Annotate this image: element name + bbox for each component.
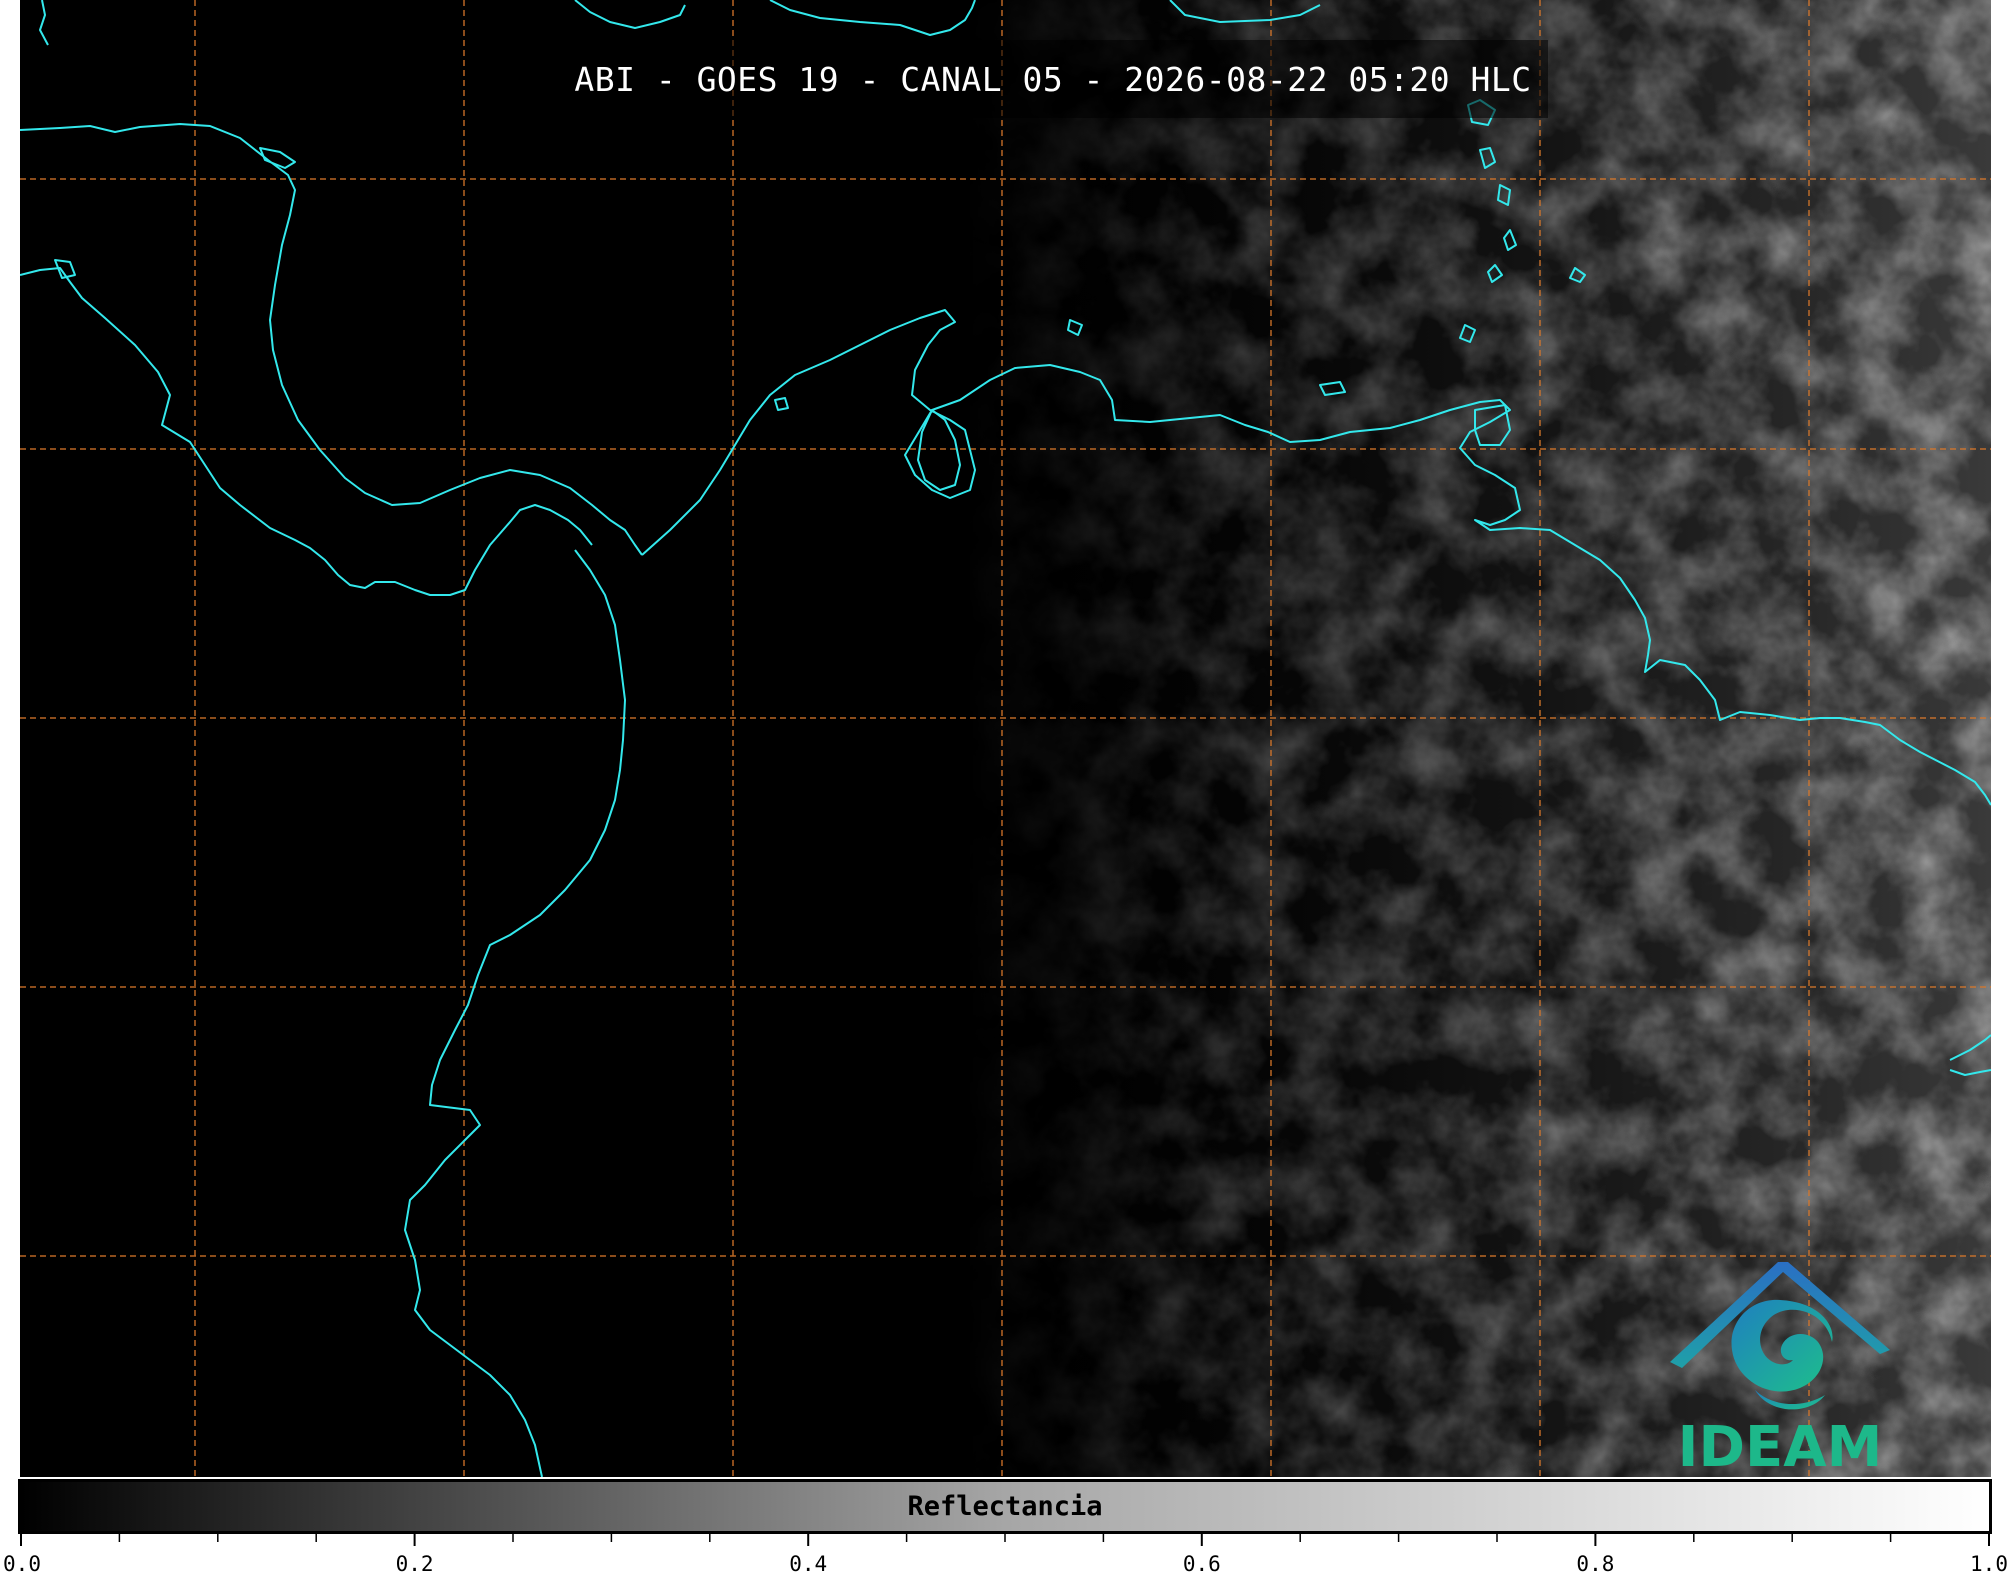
- tick-label: 0.0: [3, 1552, 41, 1576]
- tick-marks: [20, 1534, 1990, 1546]
- tick-label: 0.8: [1576, 1552, 1615, 1576]
- title-banner: ABI - GOES 19 - CANAL 05 - 2026-08-22 05…: [558, 40, 1548, 118]
- colorbar-label: Reflectancia: [907, 1491, 1103, 1522]
- satellite-map[interactable]: ABI - GOES 19 - CANAL 05 - 2026-08-22 05…: [20, 0, 1991, 1477]
- colorbar-ticks: 0.0 0.2 0.4 0.6 0.8 1.0: [0, 1534, 2011, 1577]
- tick-label: 1.0: [1970, 1552, 2008, 1576]
- tick-label: 0.2: [395, 1552, 434, 1576]
- logo-text: IDEAM: [1677, 1415, 1883, 1477]
- tick-label: 0.4: [789, 1552, 828, 1576]
- map-title: ABI - GOES 19 - CANAL 05 - 2026-08-22 05…: [574, 59, 1532, 99]
- colorbar: Reflectancia: [18, 1479, 1992, 1534]
- ideam-logo-icon: [1670, 1262, 1890, 1410]
- tick-label: 0.6: [1182, 1552, 1221, 1576]
- ideam-logo: IDEAM: [1660, 1250, 1900, 1477]
